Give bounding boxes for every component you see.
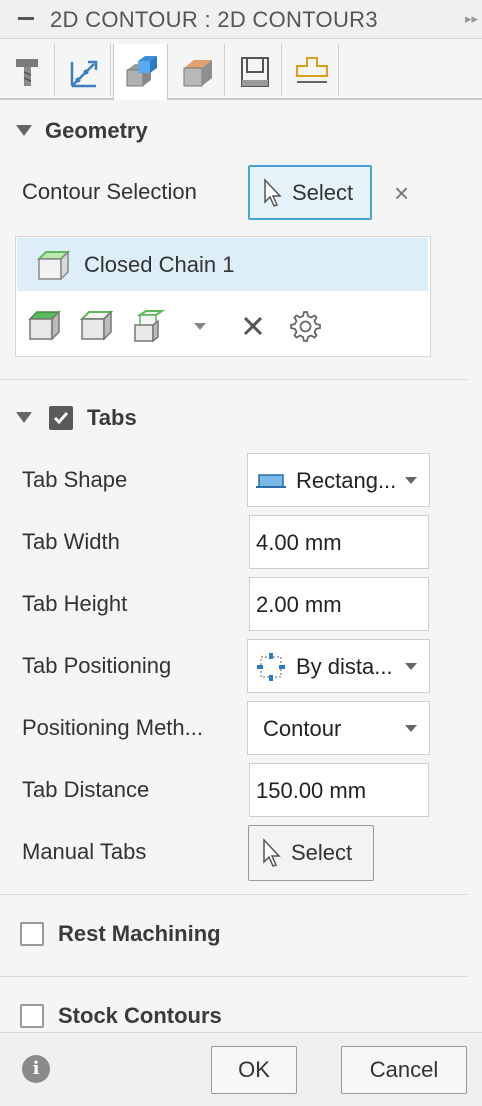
tab-height-label: Tab Height bbox=[22, 591, 128, 616]
tab-distance-label: Tab Distance bbox=[22, 777, 150, 802]
heights-tab[interactable] bbox=[56, 44, 111, 96]
tab-positioning-value: By dista... bbox=[296, 654, 393, 679]
chain-list-item[interactable]: Closed Chain 1 bbox=[17, 238, 428, 291]
tab-distance-input[interactable]: 150.00 mm bbox=[249, 763, 429, 817]
tabs-checkbox[interactable] bbox=[49, 406, 73, 430]
tab-height-value: 2.00 mm bbox=[256, 592, 342, 617]
chain-options-dropdown-icon[interactable] bbox=[194, 323, 206, 330]
passes-box-icon bbox=[183, 60, 212, 87]
tab-shape-value: Rectang... bbox=[296, 468, 397, 493]
positioning-method-label: Positioning Meth... bbox=[22, 715, 203, 740]
cancel-button[interactable]: Cancel bbox=[341, 1046, 467, 1094]
add-silhouette-chain-icon[interactable] bbox=[132, 309, 168, 343]
geometry-box-icon bbox=[126, 56, 157, 87]
delete-chain-icon[interactable] bbox=[242, 315, 264, 337]
chevron-down-icon bbox=[405, 663, 417, 670]
stock-contours-title: Stock Contours bbox=[58, 1003, 222, 1028]
geometry-tab[interactable] bbox=[113, 44, 168, 100]
geometry-section-header[interactable]: Geometry bbox=[0, 112, 482, 152]
geometry-title: Geometry bbox=[45, 118, 148, 143]
chevron-down-icon bbox=[405, 725, 417, 732]
closed-chain-icon bbox=[37, 250, 71, 281]
title-bar: 2D CONTOUR : 2D CONTOUR3 ▸▸ bbox=[0, 0, 482, 39]
rectangular-tab-icon bbox=[256, 474, 286, 488]
linking-icon bbox=[241, 57, 269, 87]
post-icon bbox=[296, 57, 328, 83]
contour-select-button[interactable]: Select bbox=[248, 165, 372, 220]
tab-height-input[interactable]: 2.00 mm bbox=[249, 577, 429, 631]
positioning-method-dropdown[interactable]: Contour bbox=[247, 701, 430, 755]
collapse-caret-icon[interactable] bbox=[16, 412, 32, 423]
stock-contours-checkbox[interactable] bbox=[20, 1004, 44, 1028]
add-face-chain-icon[interactable] bbox=[28, 309, 64, 343]
rest-machining-title: Rest Machining bbox=[58, 921, 221, 946]
post-tab[interactable] bbox=[284, 44, 339, 96]
chain-list: Closed Chain 1 bbox=[15, 236, 431, 357]
tool-tab[interactable] bbox=[0, 44, 55, 96]
rest-machining-checkbox[interactable] bbox=[20, 922, 44, 946]
tab-positioning-dropdown[interactable]: By dista... bbox=[247, 639, 430, 693]
linking-tab[interactable] bbox=[227, 44, 282, 96]
cursor-arrow-icon bbox=[263, 838, 281, 867]
section-divider bbox=[0, 976, 467, 977]
cursor-arrow-icon bbox=[264, 177, 282, 207]
add-edge-chain-icon[interactable] bbox=[80, 309, 116, 343]
tab-shape-dropdown[interactable]: Rectang... bbox=[247, 453, 430, 507]
chevron-down-icon bbox=[405, 477, 417, 484]
dialog-title: 2D CONTOUR : 2D CONTOUR3 bbox=[50, 7, 378, 32]
tool-icon bbox=[16, 59, 38, 86]
heights-axis-icon bbox=[70, 60, 98, 88]
collapse-dash-icon[interactable] bbox=[18, 17, 34, 20]
chain-item-label: Closed Chain 1 bbox=[84, 252, 235, 277]
stock-contours-section-header[interactable]: Stock Contours bbox=[0, 996, 482, 1036]
positioning-method-value: Contour bbox=[263, 716, 342, 741]
tab-width-input[interactable]: 4.00 mm bbox=[249, 515, 429, 569]
ok-button[interactable]: OK bbox=[211, 1046, 297, 1094]
tab-width-value: 4.00 mm bbox=[256, 530, 342, 555]
collapse-panel-icon[interactable]: ▸▸ bbox=[465, 11, 478, 27]
tabs-section-header[interactable]: Tabs bbox=[0, 398, 482, 438]
clear-selection-icon[interactable]: × bbox=[394, 178, 409, 209]
contour-select-label: Select bbox=[292, 179, 354, 205]
tab-width-label: Tab Width bbox=[22, 529, 120, 554]
tab-shape-label: Tab Shape bbox=[22, 467, 128, 492]
manual-tabs-label: Manual Tabs bbox=[22, 839, 147, 864]
by-distance-icon bbox=[257, 653, 285, 681]
rest-machining-section-header[interactable]: Rest Machining bbox=[0, 914, 482, 954]
info-icon[interactable]: i bbox=[22, 1055, 50, 1083]
dialog-footer: i OK Cancel bbox=[0, 1032, 482, 1106]
gear-icon[interactable] bbox=[287, 309, 321, 343]
collapse-caret-icon[interactable] bbox=[16, 125, 32, 136]
checkmark-icon bbox=[53, 412, 69, 425]
tab-distance-value: 150.00 mm bbox=[256, 778, 367, 803]
tab-positioning-label: Tab Positioning bbox=[22, 653, 172, 678]
manual-tabs-select-label: Select bbox=[291, 840, 353, 865]
tabs-title: Tabs bbox=[87, 405, 137, 430]
manual-tabs-select-button[interactable]: Select bbox=[248, 825, 374, 881]
operation-tabs bbox=[0, 40, 482, 100]
passes-tab[interactable] bbox=[170, 44, 225, 96]
section-divider bbox=[0, 379, 467, 380]
contour-selection-label: Contour Selection bbox=[22, 179, 197, 204]
section-divider bbox=[0, 894, 467, 895]
